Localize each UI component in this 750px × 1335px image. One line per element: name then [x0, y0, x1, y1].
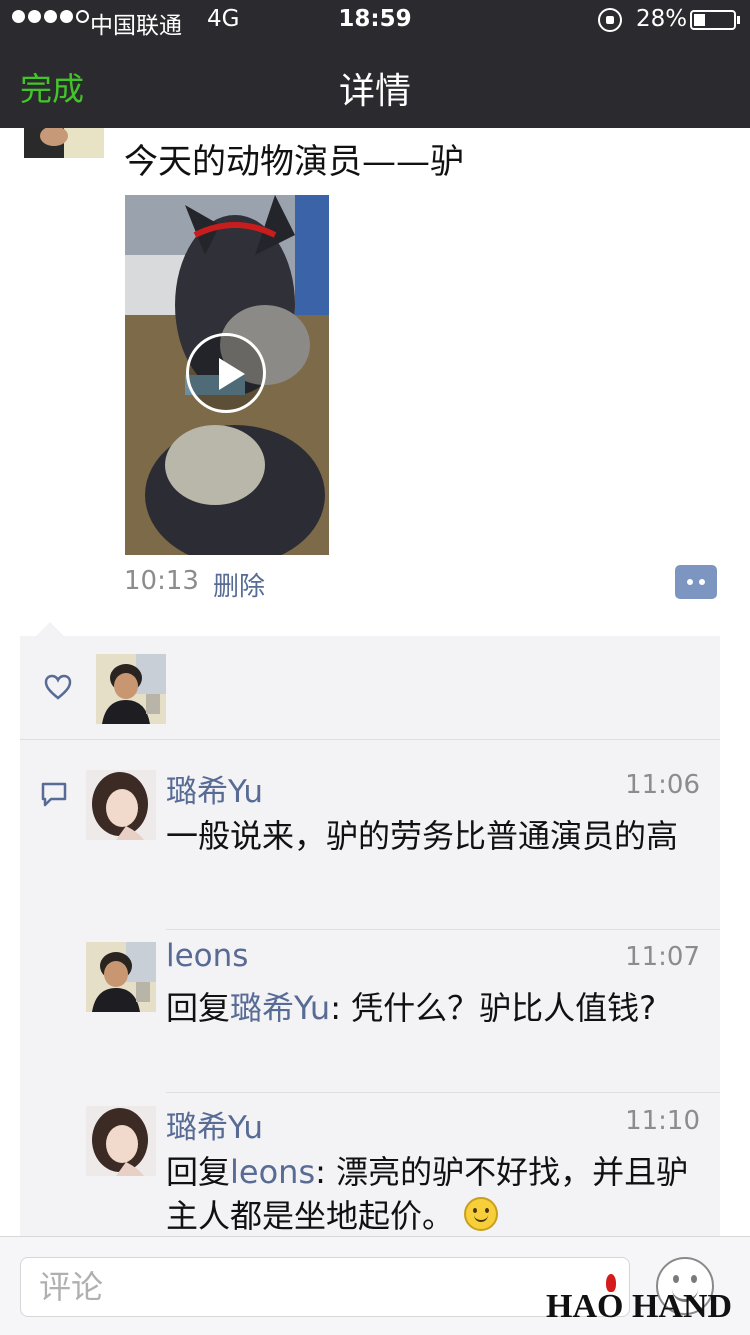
- post-text: 今天的动物演员——驴: [124, 142, 464, 182]
- comment-divider: [166, 1092, 720, 1093]
- commenter-avatar[interactable]: [86, 942, 156, 1012]
- comment-text: 回复璐希Yu: 凭什么？驴比人值钱?: [166, 986, 706, 1030]
- commenter-avatar[interactable]: [86, 770, 156, 840]
- rotation-lock-icon: [598, 8, 622, 32]
- status-bar: 中国联通 4G 18:59 28%: [0, 0, 750, 40]
- comment-divider: [166, 929, 720, 930]
- delete-link[interactable]: 删除: [213, 566, 265, 603]
- commenter-name[interactable]: leons: [166, 938, 248, 974]
- post-timestamp: 10:13: [124, 566, 199, 596]
- commenter-avatar[interactable]: [86, 1106, 156, 1176]
- reply-prefix: 回复: [166, 1153, 231, 1191]
- reply-text: : 凭什么？驴比人值钱?: [330, 989, 657, 1027]
- smile-emoji-icon: [464, 1197, 499, 1231]
- heart-icon: [44, 674, 72, 700]
- panel-arrow: [36, 622, 64, 636]
- commenter-name[interactable]: 璐希Yu: [166, 1102, 263, 1147]
- battery-tip: [737, 16, 740, 24]
- comment-item: 璐希Yu 11:10 回复leons: 漂亮的驴不好找，并且驴主人都是坐地起价。: [86, 1106, 720, 1256]
- likes-row: [20, 636, 720, 740]
- interaction-panel: 璐希Yu 11:06 一般说来，驴的劳务比普通演员的高 leons 11:07 …: [20, 636, 720, 1276]
- comment-time: 11:06: [625, 770, 700, 800]
- comment-item: leons 11:07 回复璐希Yu: 凭什么？驴比人值钱?: [86, 938, 720, 1092]
- comment-time: 11:07: [625, 942, 700, 972]
- comment-options-icon[interactable]: [675, 565, 717, 599]
- navigation-bar: 完成 详情: [0, 40, 750, 128]
- commenter-name[interactable]: 璐希Yu: [166, 766, 263, 811]
- reply-to-name[interactable]: 璐希Yu: [230, 989, 330, 1027]
- comment-text: 回复leons: 漂亮的驴不好找，并且驴主人都是坐地起价。: [166, 1150, 706, 1238]
- comment-item: 璐希Yu 11:06 一般说来，驴的劳务比普通演员的高: [86, 770, 720, 930]
- top-bar: 中国联通 4G 18:59 28% 完成 详情: [0, 0, 750, 128]
- comment-time: 11:10: [625, 1106, 700, 1136]
- author-avatar[interactable]: [24, 128, 104, 158]
- battery-icon: [690, 10, 736, 30]
- battery-percent: 28%: [636, 6, 688, 32]
- video-thumbnail[interactable]: [125, 195, 329, 555]
- comment-icon: [41, 782, 67, 807]
- reply-to-name[interactable]: leons: [230, 1153, 315, 1191]
- watermark: HAO HAND: [546, 1288, 733, 1325]
- comment-text: 一般说来，驴的劳务比普通演员的高: [166, 817, 679, 855]
- page-title: 详情: [338, 71, 411, 112]
- reply-prefix: 回复: [166, 989, 231, 1027]
- liker-avatar[interactable]: [96, 654, 166, 724]
- comment-input[interactable]: 评论: [20, 1257, 630, 1317]
- play-button[interactable]: [186, 333, 266, 413]
